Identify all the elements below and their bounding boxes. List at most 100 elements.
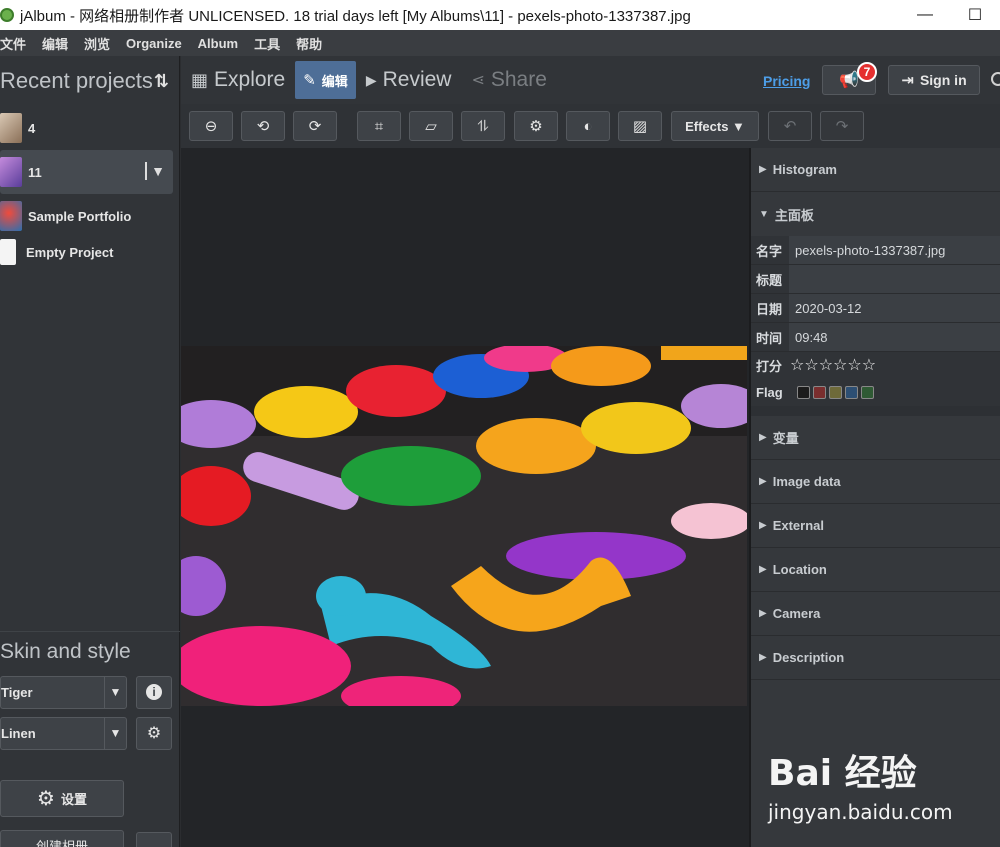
maximize-button[interactable]: ☐ (950, 0, 1000, 30)
contrast-button[interactable]: ◐ (566, 111, 610, 141)
tab-edit-label: 编辑 (321, 73, 348, 89)
menu-edit[interactable]: 编辑 (34, 34, 76, 53)
spacer (751, 406, 1000, 416)
tab-share-label: Share (490, 68, 547, 91)
project-thumbnail (0, 201, 22, 231)
watermark-logo: Bai 经验 (768, 753, 917, 794)
effects-button[interactable]: Effects ▼ (671, 111, 759, 141)
baidu-watermark: Bai 经验 jingyan.baidu.com (768, 744, 993, 834)
grid-icon: ▦ (191, 69, 209, 90)
section-label: 变量 (772, 431, 799, 446)
project-item-11[interactable]: 11 ▼ (0, 150, 173, 194)
zoom-out-button[interactable]: ⊖ (189, 111, 233, 141)
undo-button[interactable]: ↶ (768, 111, 812, 141)
window-controls: — ☐ (900, 0, 1000, 30)
flag-swatch-black[interactable] (796, 385, 810, 399)
play-icon: ▶ (365, 71, 377, 88)
properties-panel: 名字 pexels-photo-1337387.jpg 标题 日期 2020-0… (751, 236, 1000, 406)
image-adjust-button[interactable]: ▨ (618, 111, 662, 141)
minimize-button[interactable]: — (900, 0, 950, 30)
project-item-4[interactable]: 4 (0, 106, 179, 150)
histogram-section[interactable]: ▶ Histogram (751, 148, 1000, 192)
style-row: Linen ▼ ⚙ (0, 713, 180, 753)
style-select[interactable]: Linen ▼ (0, 716, 127, 750)
flag-swatch-blue[interactable] (844, 385, 858, 399)
gear-icon: ⚙ (146, 725, 162, 742)
triangle-right-icon: ▶ (759, 520, 767, 531)
rotate-right-button[interactable]: ⟳ (293, 111, 337, 141)
menu-album[interactable]: Album (190, 36, 246, 51)
rating-row: 打分 ☆☆☆☆☆☆ (751, 352, 1000, 378)
project-name: Empty Project (26, 244, 114, 260)
rating-stars[interactable]: ☆☆☆☆☆☆ (790, 355, 876, 375)
tab-review[interactable]: ▶ Review (356, 60, 462, 100)
settings-button[interactable]: ⚙ 设置 (0, 780, 124, 817)
menu-view[interactable]: 浏览 (76, 34, 118, 53)
tab-explore[interactable]: ▦ Explore (181, 60, 295, 100)
tab-edit[interactable]: ✎ 编辑 (295, 61, 356, 99)
section-label: Description (772, 650, 845, 665)
external-section[interactable]: ▶ External (751, 504, 1000, 548)
felt-letters-photo (181, 346, 747, 706)
undo-icon: ↶ (783, 118, 797, 135)
triangle-down-icon: ▼ (759, 208, 769, 220)
project-dropdown[interactable]: ▼ (145, 162, 165, 180)
skin-row: Tiger ▼ i (0, 672, 180, 712)
skin-info-button[interactable]: i (136, 675, 172, 709)
title-field[interactable] (789, 265, 1000, 293)
flip-button[interactable]: ⥮ (461, 111, 505, 141)
variables-section[interactable]: ▶ 变量 (751, 416, 1000, 460)
triangle-right-icon: ▶ (759, 164, 767, 175)
triangle-right-icon: ▶ (759, 608, 767, 619)
location-section[interactable]: ▶ Location (751, 548, 1000, 592)
sort-icon[interactable]: ⇅ (154, 71, 169, 92)
date-field[interactable]: 2020-03-12 (789, 294, 1000, 322)
image-data-section[interactable]: ▶ Image data (751, 460, 1000, 504)
rotate-left-button[interactable]: ⟲ (241, 111, 285, 141)
settings-label: 设置 (60, 792, 87, 807)
skin-select[interactable]: Tiger ▼ (0, 675, 127, 709)
property-row-date: 日期 2020-03-12 (751, 294, 1000, 323)
menu-organize[interactable]: Organize (118, 36, 190, 51)
flag-swatch-red[interactable] (812, 385, 826, 399)
crop-button[interactable]: ⌗ (357, 111, 401, 141)
preview-button[interactable] (136, 832, 172, 847)
main-panel-label: 主面板 (774, 207, 814, 223)
project-item-empty-project[interactable]: Empty Project (0, 238, 179, 266)
search-icon[interactable] (991, 72, 1000, 86)
description-section[interactable]: ▶ Description (751, 636, 1000, 680)
pricing-link[interactable]: Pricing (763, 73, 810, 89)
property-row-time: 时间 09:48 (751, 323, 1000, 352)
tab-share[interactable]: ⋖ Share (461, 60, 556, 100)
recent-projects-title: Recent projects (0, 68, 153, 93)
redo-button[interactable]: ↷ (820, 111, 864, 141)
camera-section[interactable]: ▶ Camera (751, 592, 1000, 636)
chevron-down-icon: ▼ (104, 717, 126, 749)
flip-icon: ⥮ (477, 117, 489, 135)
flag-swatch-green[interactable] (860, 385, 874, 399)
rating-label: 打分 (756, 358, 783, 374)
skin-value: Tiger (1, 684, 33, 700)
property-key: 时间 (756, 330, 783, 346)
straighten-button[interactable]: ▱ (409, 111, 453, 141)
main-panel-section[interactable]: ▼ 主面板 (751, 192, 1000, 236)
project-item-sample-portfolio[interactable]: Sample Portfolio (0, 194, 179, 238)
flag-swatch-yellow[interactable] (828, 385, 842, 399)
project-name: 11 (28, 164, 42, 180)
info-icon: i (146, 684, 162, 700)
image-icon: ▨ (632, 118, 648, 135)
megaphone-icon: 📢 (839, 72, 859, 89)
project-name: 4 (28, 120, 36, 136)
name-field[interactable]: pexels-photo-1337387.jpg (789, 236, 1000, 264)
style-settings-button[interactable]: ⚙ (136, 716, 172, 750)
contrast-icon: ◐ (583, 117, 593, 135)
sign-in-button[interactable]: ⇥ Sign in (888, 65, 980, 95)
create-album-button[interactable]: 创建相册 (0, 830, 124, 847)
project-thumbnail (0, 157, 22, 187)
menu-help[interactable]: 帮助 (288, 34, 330, 53)
menu-file[interactable]: 文件 (0, 34, 34, 53)
image-canvas[interactable] (181, 148, 749, 847)
time-field[interactable]: 09:48 (789, 323, 1000, 351)
menu-tools[interactable]: 工具 (246, 34, 288, 53)
adjust-button[interactable]: ⚙ (514, 111, 558, 141)
